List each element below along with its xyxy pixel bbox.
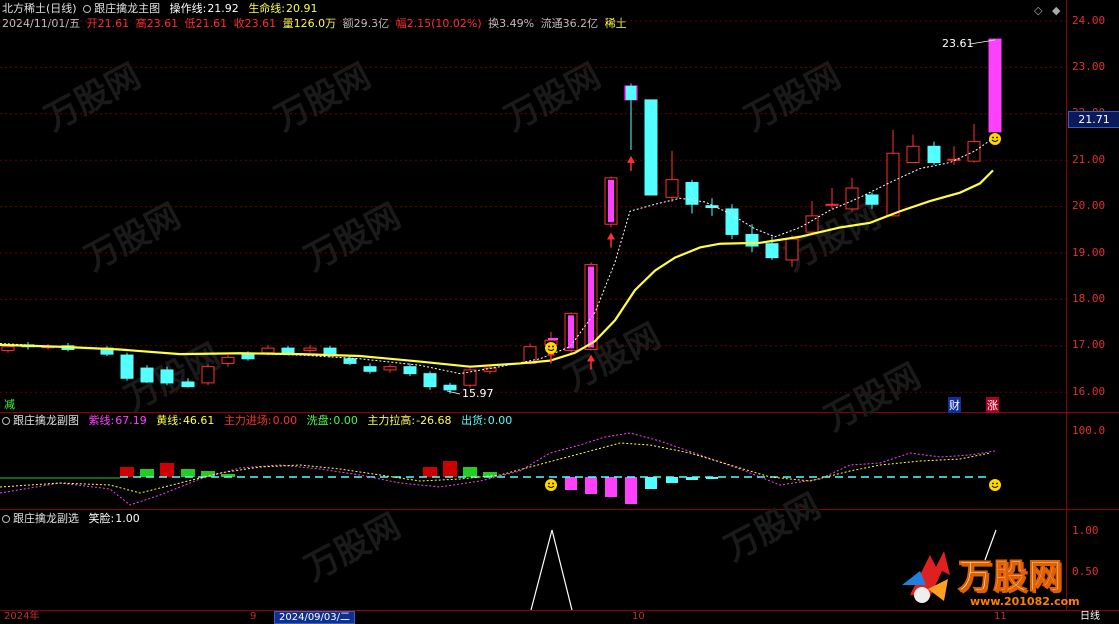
- operation-line: [0, 136, 996, 375]
- candle-body: [463, 369, 477, 386]
- jian-marker: 减: [4, 398, 15, 411]
- zhang-marker[interactable]: 涨: [986, 397, 999, 413]
- candles-group: [1, 38, 1002, 394]
- price-axis-label: 16.00: [1072, 385, 1106, 398]
- buy-arrow: [607, 232, 615, 240]
- sub1-bar: [160, 463, 174, 477]
- sub1-bar: [201, 471, 215, 477]
- smile-signal-spike: [530, 529, 573, 610]
- price-axis-divider: [1066, 0, 1067, 611]
- sub1-bar: [181, 469, 195, 477]
- candle-body: [705, 205, 719, 209]
- price-axis-label: 21.00: [1072, 153, 1106, 166]
- candle-body: [181, 381, 195, 388]
- tick-10: 10: [632, 611, 645, 622]
- price-axis-label: 17.00: [1072, 338, 1106, 351]
- brand-logo: 万股网 www.201082.com: [900, 545, 1090, 611]
- smiley-icon: [989, 479, 1001, 491]
- candle-body: [626, 85, 636, 100]
- candle-body: [988, 38, 1002, 133]
- price-gridlines: [0, 20, 1066, 393]
- yellow-line: [0, 442, 991, 494]
- cursor-date-tag: 2024/09/03/二: [274, 611, 356, 624]
- candle-body: [241, 353, 255, 360]
- sub1-chart[interactable]: [0, 413, 1066, 509]
- sub1-bar: [443, 461, 457, 477]
- candle-body: [725, 208, 739, 235]
- candle-body: [745, 233, 759, 247]
- price-axis-label: 19.00: [1072, 246, 1106, 259]
- tick-11: 11: [994, 611, 1007, 622]
- low-annotation: 15.97: [462, 387, 494, 400]
- low-pointer: [446, 390, 461, 395]
- sub1-bar: [463, 467, 477, 477]
- high-annotation: 23.61: [942, 37, 974, 50]
- candle-body: [201, 366, 215, 384]
- smiley-icon: [545, 479, 557, 491]
- candlestick-chart[interactable]: [0, 0, 1066, 412]
- breakout-highlight: [608, 179, 614, 223]
- logo-url: www.201082.com: [970, 595, 1080, 608]
- candle-body: [403, 366, 417, 375]
- sub1-bars: [0, 461, 1001, 504]
- sub1-bar: [120, 467, 134, 477]
- candle-body: [261, 347, 275, 354]
- candle-body: [1, 346, 15, 351]
- logo-arrows-icon: [902, 551, 950, 603]
- candle-body: [303, 347, 317, 351]
- smiley-icon: [545, 342, 557, 354]
- candle-body: [343, 358, 357, 364]
- breakout-highlight: [568, 315, 574, 349]
- candle-body: [140, 367, 154, 383]
- candle-body: [665, 179, 679, 198]
- candle-body: [765, 243, 779, 259]
- breakout-highlight: [588, 266, 594, 348]
- time-axis: 2024年 9 2024/09/03/二 10 11 日线: [0, 611, 1119, 624]
- candle-body: [120, 354, 134, 379]
- candle-body: [383, 366, 397, 371]
- sub1-bar: [140, 469, 154, 477]
- tick-9: 9: [250, 611, 257, 622]
- candle-body: [160, 369, 174, 384]
- sub1-bar: [666, 477, 678, 483]
- candle-body: [281, 347, 295, 354]
- cai-marker[interactable]: 财: [948, 397, 961, 413]
- period-label[interactable]: 日线: [1076, 611, 1104, 622]
- candle-body: [443, 384, 457, 391]
- candle-body: [906, 145, 920, 164]
- candle-body: [363, 366, 377, 372]
- year-label: 2024年: [4, 611, 40, 622]
- candle-body: [644, 99, 658, 196]
- life-line: [0, 169, 994, 368]
- price-axis-label: 20.00: [1072, 199, 1106, 212]
- sub2-axis-label: 1.00: [1072, 524, 1099, 537]
- candle-body: [785, 238, 799, 261]
- candle-body: [825, 203, 839, 206]
- buy-arrow: [627, 155, 635, 163]
- sub1-axis-label: 100.0: [1072, 424, 1106, 437]
- candle-body: [423, 373, 437, 388]
- price-axis-label: 18.00: [1072, 292, 1106, 305]
- sub1-bar: [565, 477, 577, 490]
- sub1-bar: [585, 477, 597, 494]
- candle-body: [865, 194, 879, 205]
- candle-body: [886, 152, 900, 217]
- candle-body: [221, 356, 235, 364]
- sub1-bar: [625, 477, 637, 504]
- price-axis-label: 23.00: [1072, 60, 1106, 73]
- arrow-markers: [446, 39, 1001, 395]
- sub1-bar: [423, 467, 437, 477]
- sub1-bar: [605, 477, 617, 497]
- current-price-tag: 21.71: [1068, 111, 1119, 128]
- smiley-icon: [989, 133, 1001, 145]
- candle-body: [845, 187, 859, 210]
- sub1-bar: [645, 477, 657, 489]
- price-axis-label: 24.00: [1072, 14, 1106, 27]
- candle-body: [927, 145, 941, 164]
- logo-text: 万股网: [958, 557, 1063, 598]
- buy-arrow: [587, 354, 595, 362]
